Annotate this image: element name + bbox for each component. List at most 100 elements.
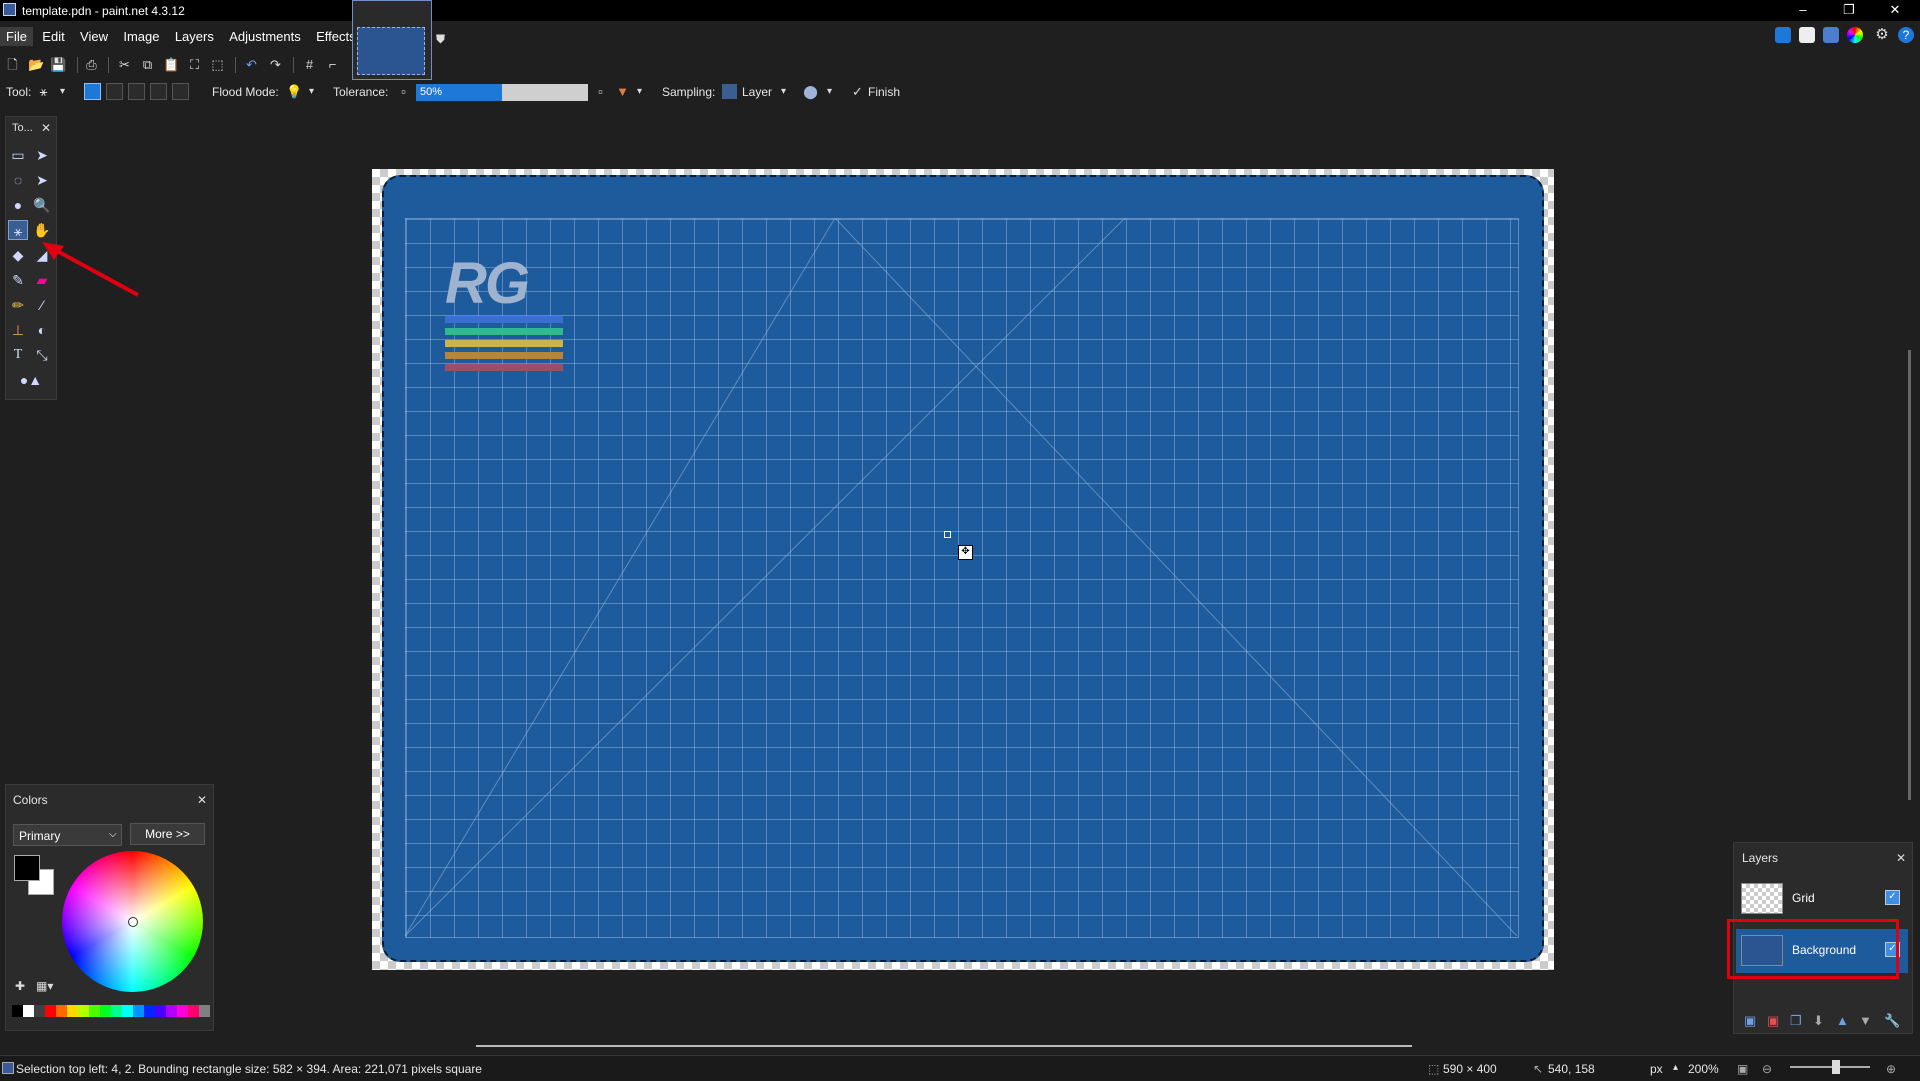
palette-swatch[interactable] bbox=[100, 1005, 111, 1017]
zoom-level[interactable]: 200% bbox=[1688, 1062, 1719, 1076]
finish-check-icon[interactable]: ✓ bbox=[850, 84, 865, 99]
palette-swatch[interactable] bbox=[177, 1005, 188, 1017]
zoom-slider[interactable] bbox=[1790, 1066, 1870, 1068]
move-selection-icon[interactable]: ➤ bbox=[32, 170, 52, 190]
tolerance-decrease-icon[interactable]: ▫ bbox=[396, 84, 411, 99]
blend-mode-icon[interactable]: ▼ bbox=[615, 84, 630, 99]
menu-view[interactable]: View bbox=[74, 27, 114, 46]
redo-icon[interactable]: ↷ bbox=[268, 57, 283, 72]
magic-wand-icon[interactable]: ⚹ bbox=[8, 220, 28, 240]
ruler-icon[interactable]: ⌐ bbox=[325, 57, 340, 72]
shapes-icon[interactable]: ●▲ bbox=[14, 370, 48, 390]
help-icon[interactable]: ? bbox=[1898, 27, 1914, 43]
tools-panel-close-icon[interactable]: ✕ bbox=[41, 121, 51, 135]
image-tab-thumbnail[interactable] bbox=[352, 0, 432, 80]
add-color-icon[interactable]: ✚ bbox=[15, 979, 25, 993]
tab-list-chevron-icon[interactable]: ⛊ bbox=[436, 32, 445, 47]
units-chevron-up-icon[interactable]: ▴ bbox=[1673, 1062, 1678, 1073]
palette-swatch[interactable] bbox=[199, 1005, 210, 1017]
lasso-select-icon[interactable]: ◌ bbox=[8, 170, 28, 190]
tools-window-icon[interactable] bbox=[1775, 27, 1791, 43]
blend-chevron-down-icon[interactable]: ▾ bbox=[632, 84, 647, 99]
antialias-chevron-down-icon[interactable]: ▾ bbox=[822, 84, 837, 99]
menu-image[interactable]: Image bbox=[117, 27, 165, 46]
selection-mode-replace-button[interactable] bbox=[84, 83, 101, 100]
palette-swatch[interactable] bbox=[133, 1005, 144, 1017]
palette-swatch[interactable] bbox=[45, 1005, 56, 1017]
delete-layer-icon[interactable]: ▣ bbox=[1767, 1013, 1779, 1029]
color-wheel-knob[interactable] bbox=[128, 917, 138, 927]
menu-file[interactable]: File bbox=[0, 27, 33, 46]
primary-color-swatch[interactable] bbox=[14, 855, 40, 881]
palette-swatch[interactable] bbox=[111, 1005, 122, 1017]
open-icon[interactable]: 📂 bbox=[28, 57, 44, 72]
palette-swatch[interactable] bbox=[155, 1005, 166, 1017]
undo-icon[interactable]: ↶ bbox=[244, 57, 259, 72]
text-icon[interactable]: T bbox=[8, 345, 28, 365]
units-dropdown[interactable]: px bbox=[1650, 1062, 1663, 1076]
minimize-icon[interactable]: – bbox=[1780, 0, 1826, 21]
pencil-icon[interactable]: ✏ bbox=[8, 295, 28, 315]
close-icon[interactable]: ✕ bbox=[1872, 0, 1918, 21]
new-icon[interactable]: 🗋 bbox=[5, 57, 20, 72]
palette-menu-icon[interactable]: ▦▾ bbox=[36, 979, 53, 993]
menu-layers[interactable]: Layers bbox=[169, 27, 220, 46]
sampling-chevron-down-icon[interactable]: ▾ bbox=[776, 84, 791, 99]
layers-panel-close-icon[interactable]: ✕ bbox=[1896, 851, 1906, 865]
add-layer-icon[interactable]: ▣ bbox=[1744, 1013, 1756, 1029]
copy-icon[interactable]: ⧉ bbox=[140, 57, 155, 72]
grid-icon[interactable]: # bbox=[302, 57, 317, 72]
cut-icon[interactable]: ✂ bbox=[117, 57, 132, 72]
zoom-icon[interactable]: 🔍 bbox=[32, 195, 52, 215]
sampling-dropdown[interactable]: Layer bbox=[742, 85, 772, 99]
layer-row-grid[interactable]: Grid ✓ bbox=[1736, 877, 1908, 921]
color-wheel[interactable] bbox=[62, 851, 203, 992]
zoom-slider-knob[interactable] bbox=[1832, 1060, 1840, 1074]
zoom-in-icon[interactable]: ⊕ bbox=[1886, 1062, 1896, 1076]
layer-properties-wrench-icon[interactable]: 🔧 bbox=[1884, 1013, 1900, 1029]
palette-swatch[interactable] bbox=[34, 1005, 45, 1017]
vertical-scrollbar[interactable] bbox=[1908, 350, 1911, 800]
selection-mode-union-button[interactable] bbox=[106, 83, 123, 100]
merge-layer-icon[interactable]: ⬇ bbox=[1813, 1013, 1824, 1029]
finish-button[interactable]: Finish bbox=[868, 85, 900, 99]
history-window-icon[interactable] bbox=[1799, 27, 1815, 43]
move-layer-up-icon[interactable]: ▲ bbox=[1836, 1013, 1849, 1028]
paint-bucket-icon[interactable]: ◆ bbox=[8, 245, 28, 265]
palette-swatch[interactable] bbox=[188, 1005, 199, 1017]
palette-swatch[interactable] bbox=[78, 1005, 89, 1017]
crop-icon[interactable]: ⛶ bbox=[187, 57, 202, 72]
colors-panel-close-icon[interactable]: ✕ bbox=[197, 793, 207, 807]
move-selected-icon[interactable]: ➤ bbox=[32, 145, 52, 165]
save-icon[interactable]: 💾 bbox=[50, 57, 66, 72]
palette-swatch[interactable] bbox=[67, 1005, 78, 1017]
palette-swatch[interactable] bbox=[166, 1005, 177, 1017]
deselect-icon[interactable]: ⬚ bbox=[210, 57, 225, 72]
flood-mode-chevron-down-icon[interactable]: ▾ bbox=[304, 84, 319, 99]
restore-icon[interactable]: ❐ bbox=[1826, 0, 1872, 21]
horizontal-scrollbar[interactable] bbox=[476, 1045, 1412, 1047]
color-mode-dropdown[interactable]: Primary ⌵ bbox=[13, 824, 122, 846]
antialias-icon[interactable]: ⬤ bbox=[803, 84, 818, 99]
palette-swatch[interactable] bbox=[23, 1005, 34, 1017]
paste-icon[interactable]: 📋 bbox=[163, 57, 179, 72]
zoom-out-icon[interactable]: ⊖ bbox=[1762, 1062, 1772, 1076]
colors-window-icon[interactable] bbox=[1847, 27, 1863, 43]
recolor-icon[interactable]: ◐ bbox=[32, 320, 52, 340]
palette-swatch[interactable] bbox=[122, 1005, 133, 1017]
tolerance-increase-icon[interactable]: ▫ bbox=[593, 84, 608, 99]
menu-adjustments[interactable]: Adjustments bbox=[223, 27, 307, 46]
clone-stamp-icon[interactable]: ⊥ bbox=[8, 320, 28, 340]
flood-mode-bulb-icon[interactable]: 💡 bbox=[286, 84, 302, 99]
color-palette[interactable] bbox=[12, 1005, 210, 1029]
layers-window-icon[interactable] bbox=[1823, 27, 1839, 43]
palette-swatch[interactable] bbox=[144, 1005, 155, 1017]
more-colors-button[interactable]: More >> bbox=[130, 823, 205, 845]
line-curve-icon[interactable]: ⤡ bbox=[32, 345, 52, 365]
tool-chevron-down-icon[interactable]: ▾ bbox=[55, 84, 70, 99]
magic-wand-tool-icon[interactable]: ⚹ bbox=[36, 84, 51, 99]
palette-swatch[interactable] bbox=[56, 1005, 67, 1017]
menu-edit[interactable]: Edit bbox=[36, 27, 70, 46]
pan-hand-icon[interactable]: ✋ bbox=[32, 220, 52, 240]
rectangle-select-icon[interactable]: ▭ bbox=[8, 145, 28, 165]
